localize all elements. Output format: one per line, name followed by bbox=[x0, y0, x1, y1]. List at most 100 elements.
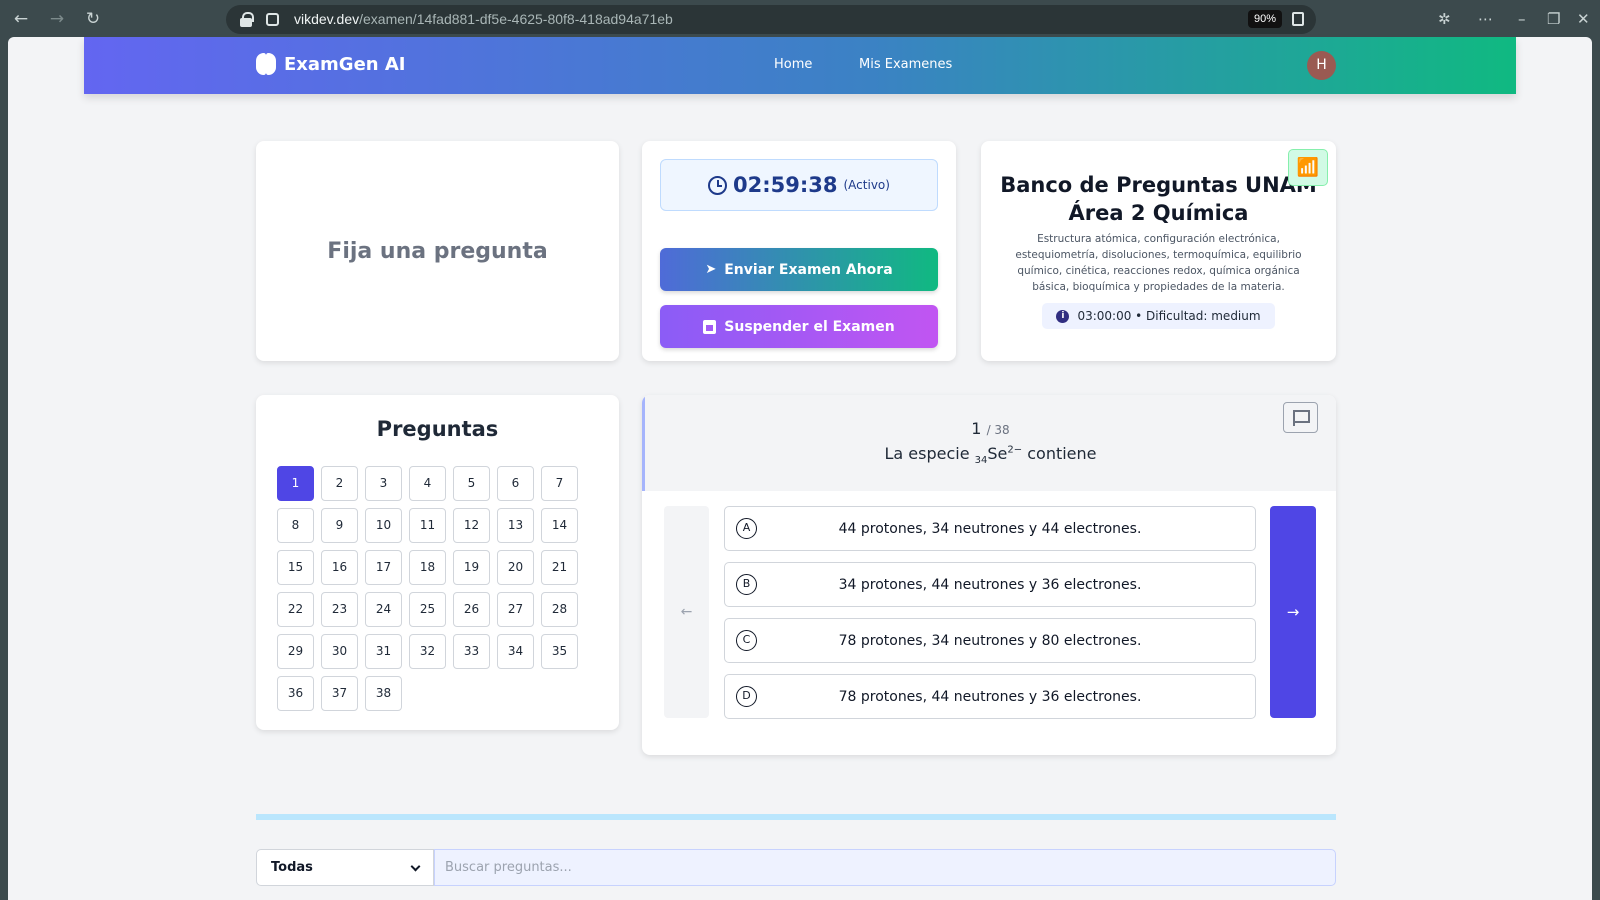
question-species: Se bbox=[987, 444, 1008, 463]
send-exam-label: Enviar Examen Ahora bbox=[724, 261, 893, 278]
question-counter: 1 / 38 bbox=[645, 419, 1336, 438]
answer-option-a[interactable]: A 44 protones, 34 neutrones y 44 electro… bbox=[724, 506, 1256, 551]
nav-home[interactable]: Home bbox=[774, 57, 812, 72]
prev-question-button[interactable]: ← bbox=[664, 506, 709, 718]
option-text: 44 protones, 34 neutrones y 44 electrone… bbox=[838, 520, 1142, 537]
suspend-exam-label: Suspender el Examen bbox=[724, 318, 895, 335]
flag-question-icon[interactable] bbox=[1283, 402, 1318, 433]
question-number-button[interactable]: 11 bbox=[409, 508, 446, 543]
question-number-button[interactable]: 9 bbox=[321, 508, 358, 543]
question-text-after: contiene bbox=[1022, 444, 1097, 463]
question-number-button[interactable]: 37 bbox=[321, 676, 358, 711]
question-number-button[interactable]: 6 bbox=[497, 466, 534, 501]
brand-logo[interactable]: ExamGen AI bbox=[256, 53, 406, 75]
minimize-icon[interactable]: – bbox=[1518, 8, 1526, 30]
question-number-button[interactable]: 32 bbox=[409, 634, 446, 669]
timer-display: 02:59:38 (Activo) bbox=[660, 159, 938, 211]
zoom-badge[interactable]: 90% bbox=[1247, 10, 1282, 28]
question-number-button[interactable]: 21 bbox=[541, 550, 578, 585]
option-letter: A bbox=[736, 518, 757, 539]
question-card: 1 / 38 La especie 34Se2− contiene ← A 44… bbox=[642, 395, 1336, 755]
question-number-button[interactable]: 8 bbox=[277, 508, 314, 543]
question-number-button[interactable]: 26 bbox=[453, 592, 490, 627]
pin-placeholder: Fija una pregunta bbox=[327, 238, 548, 264]
question-number-button[interactable]: 16 bbox=[321, 550, 358, 585]
question-number-button[interactable]: 15 bbox=[277, 550, 314, 585]
bank-title: Banco de Preguntas UNAM Área 2 Química bbox=[1000, 173, 1317, 225]
question-number-button[interactable]: 7 bbox=[541, 466, 578, 501]
reader-mode-icon[interactable] bbox=[1292, 12, 1304, 26]
brain-icon bbox=[256, 53, 276, 75]
address-bar[interactable]: vikdev.dev/examen/14fad881-df5e-4625-80f… bbox=[226, 5, 1316, 34]
close-icon[interactable]: ✕ bbox=[1577, 8, 1590, 30]
question-number-button[interactable]: 22 bbox=[277, 592, 314, 627]
bank-meta-badge: i 03:00:00 • Dificultad: medium bbox=[1042, 303, 1275, 329]
send-exam-button[interactable]: ➤ Enviar Examen Ahora bbox=[660, 248, 938, 291]
question-number-button[interactable]: 30 bbox=[321, 634, 358, 669]
option-letter: B bbox=[736, 574, 757, 595]
question-number-button[interactable]: 31 bbox=[365, 634, 402, 669]
option-text: 78 protones, 44 neutrones y 36 electrone… bbox=[838, 688, 1142, 705]
filter-selected-value: Todas bbox=[271, 860, 313, 875]
question-number-grid: 1 2 3 4 5 6 7 8 9 10 11 12 13 14 15 16 17 18 19 20 21 22 23 24 2… bbox=[277, 466, 597, 711]
question-number-button[interactable]: 29 bbox=[277, 634, 314, 669]
page-viewport: ExamGen AI Home Mis Examenes H Fija una … bbox=[8, 37, 1592, 900]
question-number-button[interactable]: 19 bbox=[453, 550, 490, 585]
question-number-button[interactable]: 33 bbox=[453, 634, 490, 669]
question-number-button[interactable]: 24 bbox=[365, 592, 402, 627]
question-number-button[interactable]: 17 bbox=[365, 550, 402, 585]
clock-icon bbox=[708, 175, 728, 195]
suspend-exam-button[interactable]: Suspender el Examen bbox=[660, 305, 938, 348]
nav-mis-examenes[interactable]: Mis Examenes bbox=[859, 57, 952, 72]
question-number-button[interactable]: 10 bbox=[365, 508, 402, 543]
question-number-button[interactable]: 23 bbox=[321, 592, 358, 627]
arrow-left-icon: ← bbox=[680, 604, 693, 620]
pinned-question-card: Fija una pregunta bbox=[256, 141, 619, 361]
question-number-button[interactable]: 2 bbox=[321, 466, 358, 501]
question-number-button[interactable]: 38 bbox=[365, 676, 402, 711]
question-number-button[interactable]: 25 bbox=[409, 592, 446, 627]
paper-plane-icon: ➤ bbox=[705, 262, 717, 277]
answer-option-c[interactable]: C 78 protones, 34 neutrones y 80 electro… bbox=[724, 618, 1256, 663]
question-number-button[interactable]: 28 bbox=[541, 592, 578, 627]
option-text: 34 protones, 44 neutrones y 36 electrone… bbox=[838, 576, 1142, 593]
answer-option-b[interactable]: B 34 protones, 44 neutrones y 36 electro… bbox=[724, 562, 1256, 607]
url-text[interactable]: vikdev.dev/examen/14fad881-df5e-4625-80f… bbox=[294, 11, 673, 27]
question-number-button[interactable]: 5 bbox=[453, 466, 490, 501]
question-number-button[interactable]: 36 bbox=[277, 676, 314, 711]
question-number-button[interactable]: 12 bbox=[453, 508, 490, 543]
info-icon: i bbox=[1056, 309, 1070, 323]
question-number-button[interactable]: 27 bbox=[497, 592, 534, 627]
question-number-button[interactable]: 18 bbox=[409, 550, 446, 585]
progress-bar bbox=[256, 814, 1336, 820]
avatar[interactable]: H bbox=[1307, 51, 1336, 80]
question-number-button[interactable]: 34 bbox=[497, 634, 534, 669]
browser-toolbar: ← → ↻ vikdev.dev/examen/14fad881-df5e-46… bbox=[0, 0, 1600, 37]
forward-icon[interactable]: → bbox=[46, 8, 68, 30]
answer-options: A 44 protones, 34 neutrones y 44 electro… bbox=[724, 506, 1256, 730]
question-number-button[interactable]: 1 bbox=[277, 466, 314, 501]
connection-status-icon[interactable]: 📶 bbox=[1288, 149, 1328, 186]
bank-description: Estructura atómica, configuración electr… bbox=[1015, 233, 1302, 293]
question-number-button[interactable]: 4 bbox=[409, 466, 446, 501]
back-icon[interactable]: ← bbox=[10, 8, 32, 30]
bank-meta-text: 03:00:00 • Dificultad: medium bbox=[1077, 309, 1261, 323]
question-number-button[interactable]: 35 bbox=[541, 634, 578, 669]
question-filter-select[interactable]: Todas bbox=[256, 849, 434, 886]
restore-icon[interactable]: ❐ bbox=[1547, 8, 1560, 30]
site-info-icon[interactable] bbox=[266, 13, 279, 26]
menu-dots-icon[interactable]: ⋯ bbox=[1478, 8, 1493, 30]
question-number: 1 bbox=[971, 419, 982, 438]
search-input[interactable] bbox=[434, 849, 1336, 886]
reload-icon[interactable]: ↻ bbox=[82, 8, 104, 30]
question-number-button[interactable]: 3 bbox=[365, 466, 402, 501]
question-number-button[interactable]: 20 bbox=[497, 550, 534, 585]
question-number-button[interactable]: 14 bbox=[541, 508, 578, 543]
extensions-icon[interactable]: ✲ bbox=[1438, 8, 1451, 30]
answer-option-d[interactable]: D 78 protones, 44 neutrones y 36 electro… bbox=[724, 674, 1256, 719]
questions-panel: Preguntas 1 2 3 4 5 6 7 8 9 10 11 12 13 14 15 16 17 18 19 2… bbox=[256, 395, 619, 730]
question-superscript: 2− bbox=[1007, 444, 1023, 456]
question-number-button[interactable]: 13 bbox=[497, 508, 534, 543]
next-question-button[interactable]: → bbox=[1270, 506, 1316, 718]
timer-status: (Activo) bbox=[843, 178, 890, 192]
